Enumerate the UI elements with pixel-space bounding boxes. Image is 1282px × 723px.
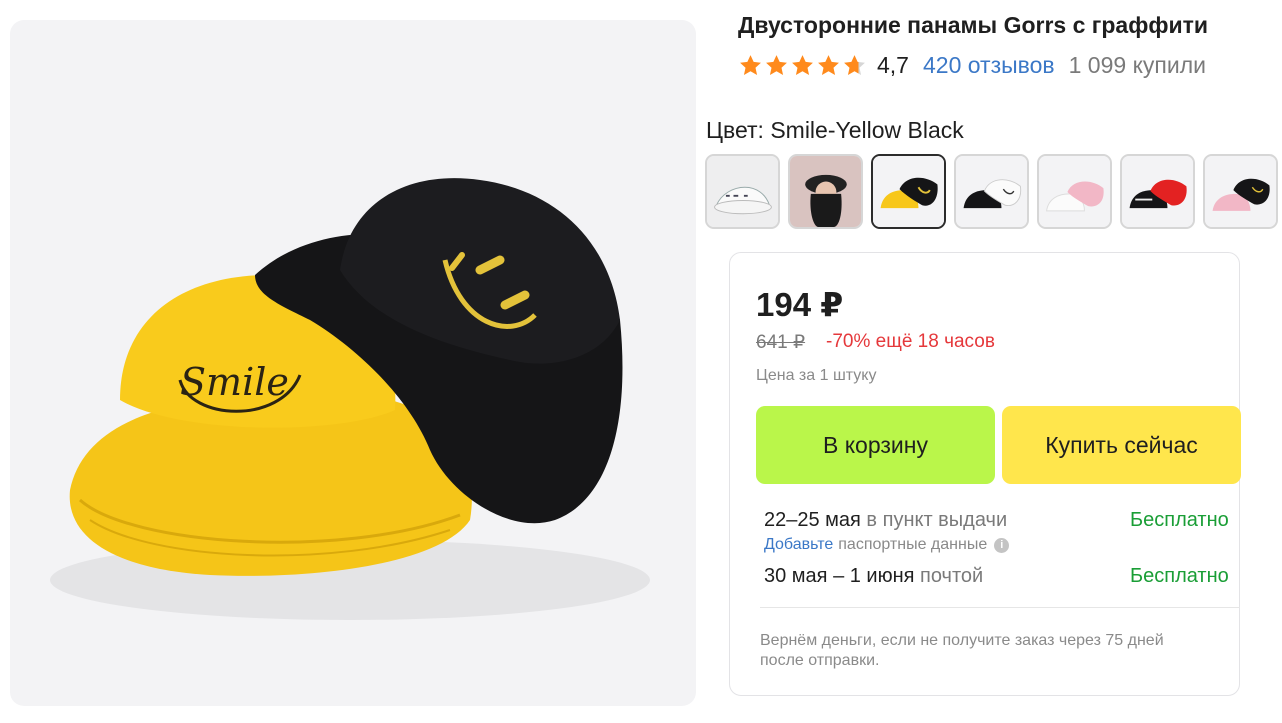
divider [760, 607, 1240, 608]
svg-text:Smile: Smile [180, 360, 289, 404]
rating-stars [738, 53, 867, 78]
info-icon[interactable]: i [994, 537, 1010, 553]
old-price: 641 ₽ [756, 332, 806, 353]
swatch-yellow-black[interactable] [871, 154, 946, 229]
swatch-black-red[interactable] [1120, 154, 1195, 229]
pickup-price: Бесплатно [1130, 509, 1229, 531]
star-icon [740, 55, 761, 75]
swatch-white-pink[interactable] [1037, 154, 1112, 229]
passport-text: паспортные данные [838, 536, 988, 553]
bucket-hats-image: Smile [50, 178, 650, 620]
add-passport-link[interactable]: Добавьте [764, 536, 833, 554]
rating-value: 4,7 [877, 52, 909, 78]
star-icon [818, 55, 839, 75]
swatch-pink-black[interactable] [1203, 154, 1278, 229]
bought-count: 1 099 купили [1068, 52, 1206, 78]
buy-card: 194 ₽ 641 ₽ -70% ещё 18 часов Цена за 1 … [729, 252, 1241, 696]
product-image[interactable]: Smile [10, 20, 696, 706]
price: 194 ₽ [756, 286, 844, 323]
swatch-white-graffiti[interactable] [705, 154, 780, 229]
unit-price-note: Цена за 1 штуку [756, 367, 877, 384]
star-icon [766, 55, 787, 75]
post-method: почтой [914, 565, 984, 587]
add-to-cart-button[interactable]: В корзину [756, 406, 995, 484]
reviews-link[interactable]: 420 отзывов [923, 52, 1055, 79]
discount-badge: -70% ещё 18 часов [826, 331, 995, 352]
pickup-method: в пункт выдачи [860, 509, 1008, 531]
passport-notice: Добавьте паспортные данные i [764, 536, 1010, 554]
swatch-model-photo[interactable] [788, 154, 863, 229]
color-swatches [705, 154, 1278, 229]
buy-now-button[interactable]: Купить сейчас [1002, 406, 1241, 484]
half-star-icon [844, 55, 865, 75]
color-label: Цвет: Smile-Yellow Black [706, 117, 964, 143]
swatch-black-white[interactable] [954, 154, 1029, 229]
pickup-date: 22–25 мая [764, 509, 861, 531]
star-icon [792, 55, 813, 75]
post-date: 30 мая – 1 июня [764, 565, 915, 587]
rating-row: 4,7 420 отзывов 1 099 купили [738, 52, 1206, 79]
product-title: Двусторонние панамы Gorrs с граффити [738, 12, 1209, 38]
money-back-guarantee: Вернём деньги, если не получите заказ че… [760, 632, 1164, 669]
post-price: Бесплатно [1130, 565, 1229, 587]
delivery-pickup: 22–25 мая в пункт выдачи [764, 509, 1007, 532]
delivery-post: 30 мая – 1 июня почтой [764, 565, 983, 588]
